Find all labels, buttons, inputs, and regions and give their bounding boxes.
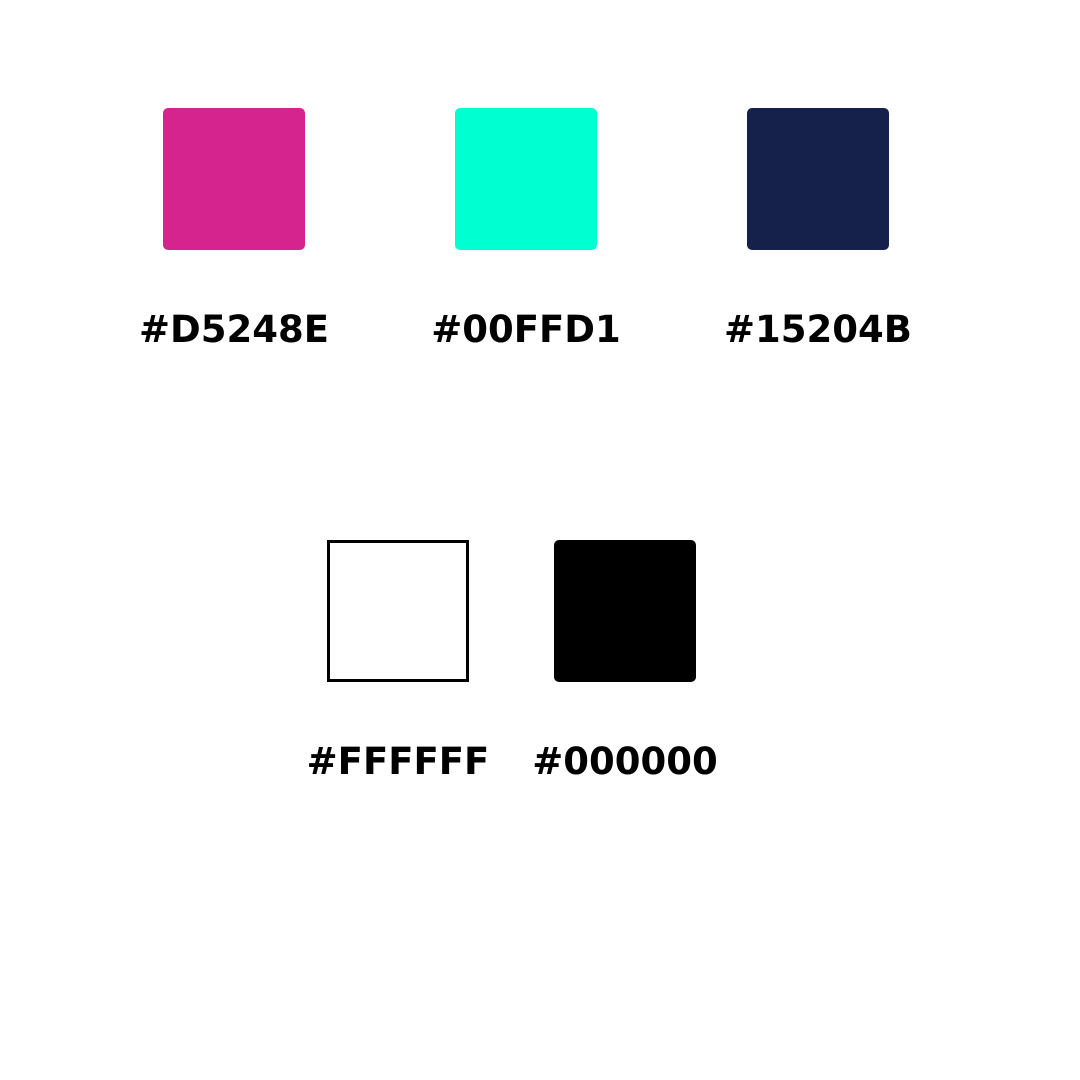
swatch-card-navy: #15204B — [707, 108, 927, 368]
swatch-card-white: #FFFFFF — [287, 540, 507, 800]
color-palette: #D5248E #00FFD1 #15204B #FFFFFF #000000 — [0, 0, 1080, 1080]
hex-label-black: #000000 — [532, 740, 718, 783]
swatch-card-aqua: #00FFD1 — [415, 108, 635, 368]
color-swatch-aqua — [455, 108, 597, 250]
hex-label-navy: #15204B — [724, 308, 912, 351]
color-swatch-white — [327, 540, 469, 682]
hex-label-magenta: #D5248E — [139, 308, 329, 351]
swatch-card-magenta: #D5248E — [123, 108, 343, 368]
color-swatch-magenta — [163, 108, 305, 250]
color-swatch-black — [554, 540, 696, 682]
hex-label-aqua: #00FFD1 — [431, 308, 621, 351]
color-swatch-navy — [747, 108, 889, 250]
hex-label-white: #FFFFFF — [306, 740, 490, 783]
swatch-card-black: #000000 — [514, 540, 734, 800]
